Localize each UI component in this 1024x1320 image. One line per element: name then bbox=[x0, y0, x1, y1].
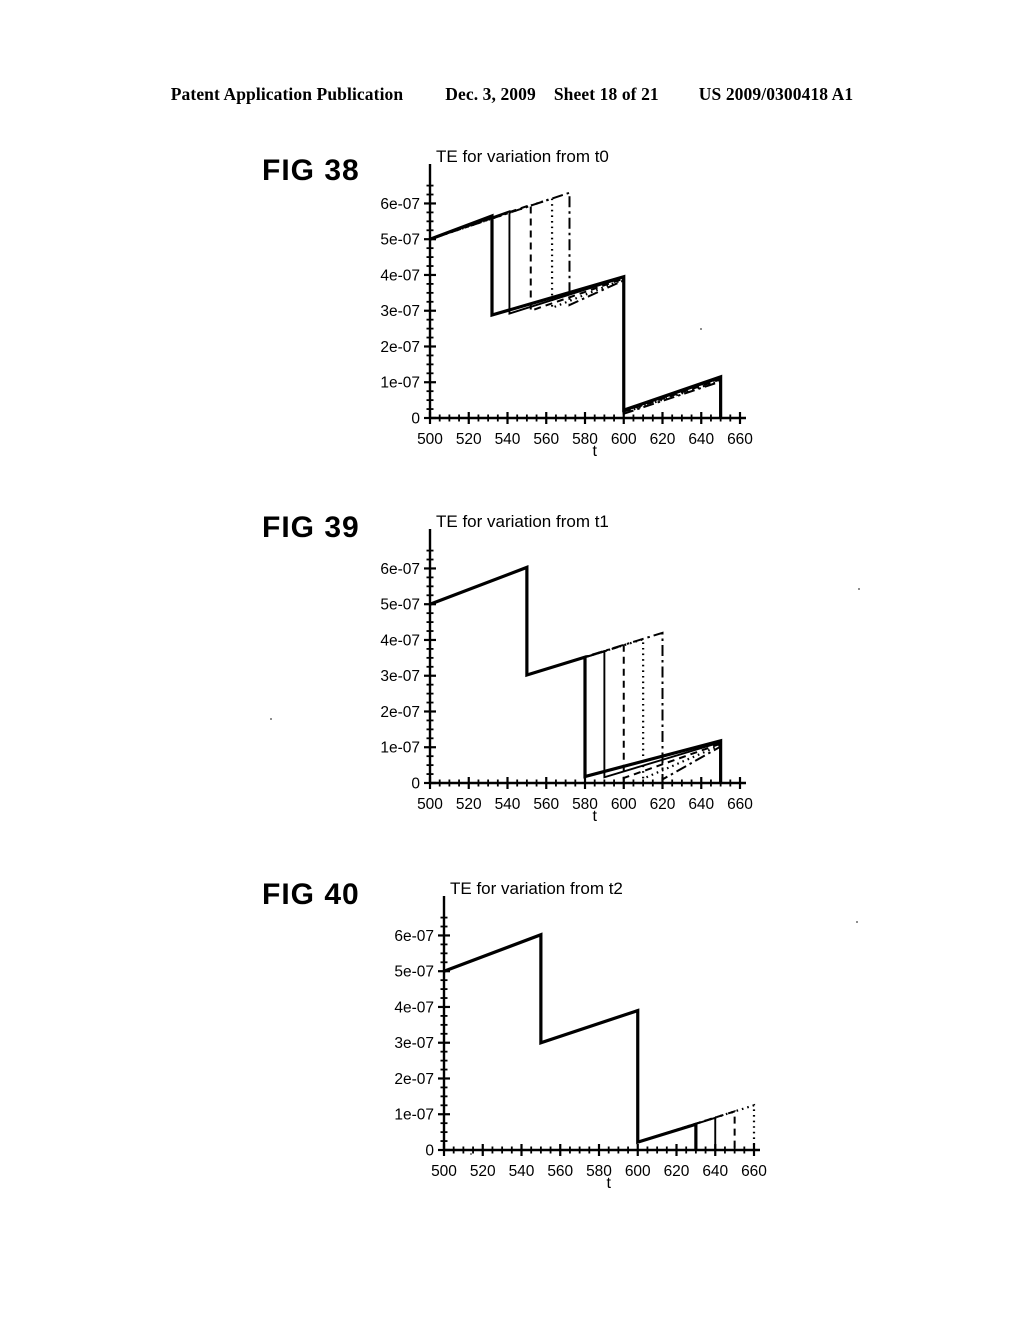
x-axis-tick-label: 540 bbox=[509, 1163, 535, 1180]
chart-series-line bbox=[429, 213, 723, 418]
page-speck bbox=[700, 328, 702, 330]
y-axis-tick-label: 6e-07 bbox=[394, 928, 434, 945]
x-axis-title: t bbox=[606, 1175, 611, 1192]
chart-series-line bbox=[429, 209, 722, 418]
y-axis-tick-label: 1e-07 bbox=[394, 1107, 434, 1124]
figure-38-chart: TE for variation from t0 0 1e-07 2e-07 3e-07… bbox=[358, 140, 758, 480]
y-axis-tick-label: 5e-07 bbox=[394, 964, 434, 981]
y-axis-tick-label: 0 bbox=[411, 776, 420, 793]
figure-39-label: FIG 39 bbox=[262, 511, 360, 544]
y-axis-tick-label: 0 bbox=[411, 411, 420, 428]
y-axis-tick-label: 2e-07 bbox=[394, 1071, 434, 1088]
y-axis-tick-label: 6e-07 bbox=[380, 196, 420, 213]
x-axis-tick-label: 620 bbox=[664, 1163, 690, 1180]
figure-40: FIG 40 TE for variation from t2 0 1e-07 2e-… bbox=[0, 872, 1024, 1232]
x-axis-tick-label: 520 bbox=[456, 431, 482, 448]
x-axis-tick-label: 640 bbox=[688, 431, 714, 448]
x-axis-title: t bbox=[592, 443, 597, 460]
x-axis-title: t bbox=[592, 808, 597, 825]
x-axis-tick-label: 560 bbox=[533, 431, 559, 448]
y-axis-tick-label: 5e-07 bbox=[380, 232, 420, 249]
y-axis-tick-label: 1e-07 bbox=[380, 740, 420, 757]
x-axis-tick-label: 600 bbox=[611, 796, 637, 813]
x-axis-tick-label: 660 bbox=[727, 796, 753, 813]
y-axis-tick-label: 3e-07 bbox=[380, 668, 420, 685]
chart-title: TE for variation from t1 bbox=[436, 512, 609, 531]
x-axis-tick-label: 520 bbox=[456, 796, 482, 813]
figure-38-label: FIG 38 bbox=[262, 154, 360, 187]
y-axis-tick-label: 5e-07 bbox=[380, 597, 420, 614]
chart-series-line bbox=[429, 565, 723, 783]
chart-series-line bbox=[443, 933, 717, 1150]
x-axis-tick-label: 620 bbox=[650, 431, 676, 448]
y-axis-tick-label: 1e-07 bbox=[380, 375, 420, 392]
figure-39: FIG 39 TE for variation from t1 0 1e-07 2e-… bbox=[0, 505, 1024, 865]
chart-series-line bbox=[429, 203, 722, 418]
x-axis-tick-label: 500 bbox=[431, 1163, 457, 1180]
figure-40-label: FIG 40 bbox=[262, 878, 360, 911]
chart-series-line bbox=[443, 933, 756, 1150]
chart-series-line bbox=[443, 933, 736, 1150]
x-axis-tick-label: 600 bbox=[625, 1163, 651, 1180]
y-axis-tick-label: 3e-07 bbox=[394, 1035, 434, 1052]
header-sheet: Sheet 18 of 21 bbox=[553, 84, 659, 104]
x-axis-tick-label: 620 bbox=[650, 796, 676, 813]
x-axis-tick-label: 560 bbox=[533, 796, 559, 813]
x-axis-tick-label: 500 bbox=[417, 796, 443, 813]
chart-title: TE for variation from t0 bbox=[436, 147, 609, 166]
x-axis-tick-label: 660 bbox=[741, 1163, 767, 1180]
x-axis-tick-label: 640 bbox=[702, 1163, 728, 1180]
figure-39-chart: TE for variation from t1 0 1e-07 2e-07 3e-07… bbox=[358, 505, 758, 845]
page-speck bbox=[470, 1153, 472, 1155]
header-patent-number: US 2009/0300418 A1 bbox=[698, 84, 854, 104]
x-axis-tick-label: 540 bbox=[495, 431, 521, 448]
chart-svg: TE for variation from t1 0 1e-07 2e-07 3e-07… bbox=[380, 512, 753, 825]
chart-svg: TE for variation from t2 0 1e-07 2e-07 3e-07… bbox=[394, 879, 767, 1192]
chart-series-line bbox=[429, 196, 722, 418]
page-speck bbox=[856, 921, 858, 923]
page-header: Patent Application Publication Dec. 3, 2… bbox=[0, 84, 1024, 105]
page-speck bbox=[270, 718, 272, 720]
patent-drawing-page: Patent Application Publication Dec. 3, 2… bbox=[0, 0, 1024, 1320]
x-axis-tick-label: 600 bbox=[611, 431, 637, 448]
x-axis-tick-label: 640 bbox=[688, 796, 714, 813]
chart-svg: TE for variation from t0 0 1e-07 2e-07 3e-07… bbox=[380, 147, 753, 460]
y-axis-tick-label: 4e-07 bbox=[380, 267, 420, 284]
figure-40-chart: TE for variation from t2 0 1e-07 2e-07 3e-07… bbox=[372, 872, 772, 1212]
y-axis-tick-label: 4e-07 bbox=[380, 632, 420, 649]
x-axis-tick-label: 520 bbox=[470, 1163, 496, 1180]
y-axis-tick-label: 0 bbox=[425, 1143, 434, 1160]
page-speck bbox=[858, 588, 860, 590]
y-axis-tick-label: 6e-07 bbox=[380, 561, 420, 578]
y-axis-tick-label: 2e-07 bbox=[380, 704, 420, 721]
y-axis-tick-label: 4e-07 bbox=[394, 999, 434, 1016]
x-axis-tick-label: 500 bbox=[417, 431, 443, 448]
x-axis-tick-label: 540 bbox=[495, 796, 521, 813]
chart-title: TE for variation from t2 bbox=[450, 879, 623, 898]
y-axis-tick-label: 3e-07 bbox=[380, 303, 420, 320]
chart-series-line bbox=[443, 932, 698, 1150]
x-axis-tick-label: 560 bbox=[547, 1163, 573, 1180]
figure-38: FIG 38 TE for variation from t0 0 1e-07 2e-… bbox=[0, 140, 1024, 500]
y-axis-tick-label: 2e-07 bbox=[380, 339, 420, 356]
x-axis-tick-label: 660 bbox=[727, 431, 753, 448]
chart-series-line bbox=[429, 191, 722, 418]
header-publication: Patent Application Publication bbox=[170, 84, 404, 104]
header-date: Dec. 3, 2009 bbox=[445, 84, 536, 104]
